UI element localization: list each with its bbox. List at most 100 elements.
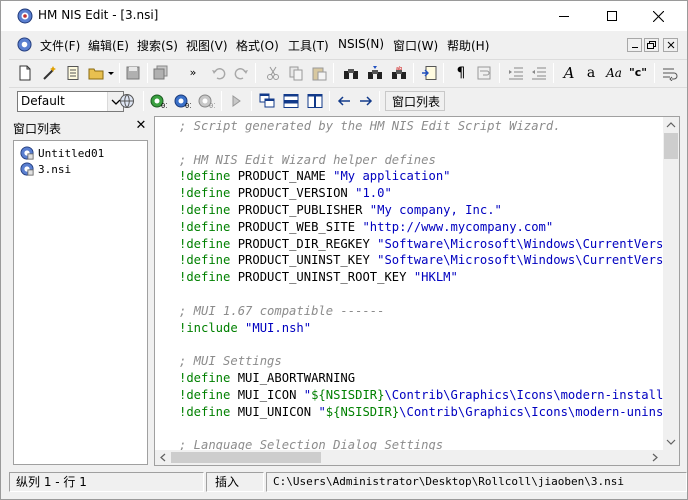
vertical-scroll-thumb[interactable]	[664, 133, 678, 159]
scroll-up-icon[interactable]	[663, 118, 679, 132]
find-button[interactable]	[341, 63, 361, 83]
window-list-button[interactable]: 窗口列表	[385, 91, 445, 111]
code-line: !include "MUI.nsh"	[179, 320, 665, 337]
menu-tools[interactable]: 工具(T)	[288, 37, 329, 54]
wrap-button[interactable]	[474, 63, 494, 83]
code-line: !define PRODUCT_DIR_REGKEY "Software\Mic…	[179, 236, 665, 253]
cascade-button[interactable]	[257, 91, 277, 111]
vertical-scrollbar[interactable]	[663, 117, 679, 450]
minimize-button[interactable]	[541, 1, 587, 31]
template-button[interactable]	[63, 63, 83, 83]
highlighter-combo[interactable]: Default	[17, 91, 124, 112]
replace-button[interactable]: ab	[389, 63, 409, 83]
new-file-button[interactable]	[15, 63, 35, 83]
find-next-button[interactable]	[365, 63, 385, 83]
separator	[147, 63, 148, 83]
svg-text:01: 01	[209, 102, 215, 109]
pilcrow-icon[interactable]: ¶	[451, 63, 471, 83]
title-bar[interactable]: HM NIS Edit - [3.nsi]	[1, 1, 687, 31]
previous-window-button[interactable]	[334, 91, 354, 111]
run-installer-button[interactable]: 01	[196, 91, 216, 111]
separator	[654, 63, 655, 83]
paste-button[interactable]	[309, 63, 329, 83]
separator	[221, 91, 222, 111]
cut-button[interactable]	[263, 63, 283, 83]
run-installer-icon: 01	[198, 94, 215, 109]
goto-line-button[interactable]	[419, 63, 439, 83]
case-toggle-icon[interactable]: Aa	[604, 63, 624, 83]
copy-button[interactable]	[286, 63, 306, 83]
redo-button[interactable]	[231, 63, 251, 83]
lowercase-a-icon[interactable]: a	[581, 63, 601, 83]
main-toolbar: » ab ¶ A a Aa "c"	[9, 59, 687, 85]
code-string: "	[318, 404, 326, 419]
convert-icon	[663, 68, 678, 81]
overflow-chevron-icon[interactable]: »	[183, 63, 203, 83]
panel-close-icon[interactable]: ✕	[133, 118, 149, 134]
code-comment: ; MUI 1.67 compatible ------	[179, 303, 385, 318]
outdent-button[interactable]	[529, 63, 549, 83]
menu-edit[interactable]: 编辑(E)	[88, 37, 129, 54]
tile-vertical-button[interactable]	[305, 91, 325, 111]
code-line: ; HM NIS Edit Wizard helper defines	[179, 152, 665, 169]
menu-help[interactable]: 帮助(H)	[447, 37, 489, 54]
menu-search[interactable]: 搜索(S)	[137, 37, 178, 54]
code-string: "1.0"	[355, 186, 392, 201]
outdent-icon	[532, 67, 546, 80]
tile-horizontal-icon	[283, 94, 299, 108]
list-item-label: Untitled01	[38, 146, 105, 160]
mdi-restore-button[interactable]	[644, 38, 659, 52]
wizard-button[interactable]	[39, 63, 59, 83]
insert-mode: 插入	[206, 472, 264, 492]
close-button[interactable]	[635, 1, 681, 31]
arrow-right-icon	[360, 96, 373, 106]
compile-run-button[interactable]: 01	[172, 91, 192, 111]
mdi-minimize-button[interactable]	[627, 38, 642, 52]
horizontal-scroll-thumb[interactable]	[171, 452, 321, 463]
save-button[interactable]	[123, 63, 143, 83]
settings-button[interactable]	[117, 91, 137, 111]
code-comment: ; Script generated by the HM NIS Edit Sc…	[179, 119, 561, 133]
separator	[143, 91, 144, 111]
menu-file[interactable]: 文件(F)	[40, 37, 80, 54]
tile-horizontal-button[interactable]	[281, 91, 301, 111]
list-item-3nsi[interactable]: 3.nsi	[20, 161, 71, 177]
compile-button[interactable]: 01	[148, 91, 168, 111]
scroll-right-icon[interactable]	[648, 450, 662, 465]
code-variable: ${NSISDIR}	[311, 387, 385, 402]
code-editor[interactable]: ; Script generated by the HM NIS Edit Sc…	[154, 116, 680, 466]
code-string: \Contrib\Graphics\Icons\modern-uninstall…	[399, 404, 665, 419]
restore-icon	[647, 41, 656, 49]
undo-button[interactable]	[209, 63, 229, 83]
code-line: !define PRODUCT_WEB_SITE "http://www.myc…	[179, 219, 665, 236]
horizontal-scrollbar[interactable]	[155, 450, 663, 465]
menu-window[interactable]: 窗口(W)	[393, 37, 438, 54]
separator	[379, 91, 380, 111]
mdi-close-button[interactable]	[663, 38, 678, 52]
code-string: "	[303, 387, 312, 402]
save-all-button[interactable]	[151, 63, 171, 83]
italic-a-icon[interactable]: A	[559, 63, 579, 83]
stop-button[interactable]	[226, 91, 246, 111]
paste-icon	[312, 67, 327, 81]
quote-icon[interactable]: "c"	[628, 63, 648, 83]
scroll-left-icon[interactable]	[156, 450, 170, 465]
play-icon	[232, 95, 241, 107]
code-area[interactable]: ; Script generated by the HM NIS Edit Sc…	[179, 118, 665, 450]
open-button[interactable]	[87, 63, 115, 83]
menu-format[interactable]: 格式(O)	[236, 37, 279, 54]
list-item-untitled01[interactable]: Untitled01	[20, 145, 104, 161]
code-string: "MUI.nsh"	[245, 320, 312, 335]
document-menu-icon[interactable]	[17, 37, 32, 52]
convert-button[interactable]	[660, 63, 680, 83]
indent-button[interactable]	[506, 63, 526, 83]
menu-view[interactable]: 视图(V)	[186, 37, 228, 54]
next-window-button[interactable]	[356, 91, 376, 111]
code-keyword: !define	[179, 202, 231, 217]
scroll-down-icon[interactable]	[663, 435, 679, 449]
separator	[251, 91, 252, 111]
menu-nsis[interactable]: NSIS(N)	[338, 37, 384, 51]
maximize-button[interactable]	[589, 1, 635, 31]
code-string: "http://www.mycompany.com"	[362, 219, 554, 234]
combo-value: Default	[21, 94, 65, 108]
